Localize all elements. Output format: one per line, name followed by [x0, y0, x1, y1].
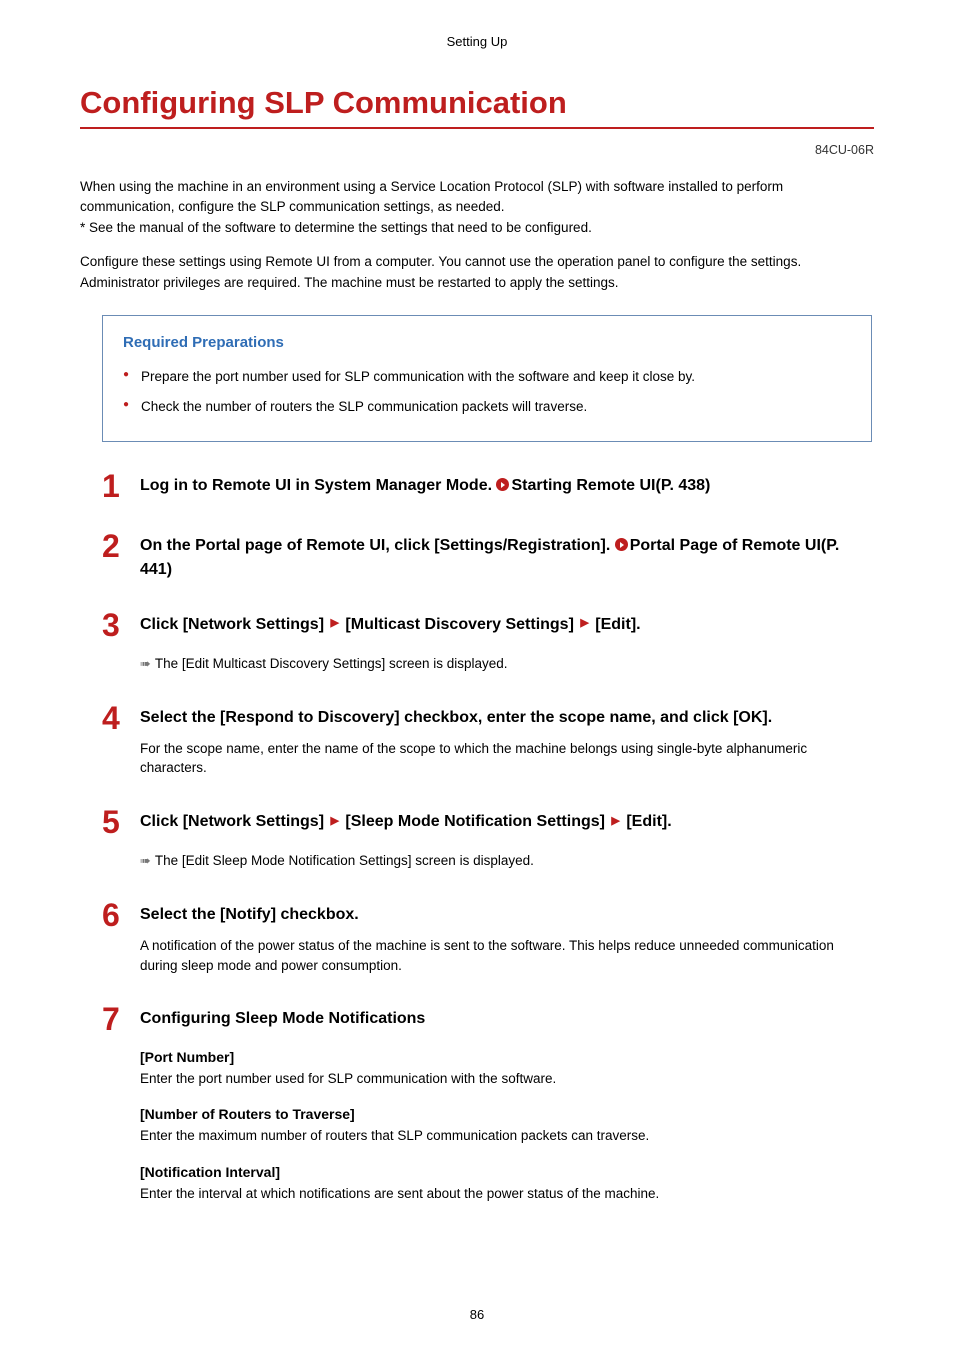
step-heading-link[interactable]: Starting Remote UI(P. 438) — [511, 477, 710, 494]
step-heading: Log in to Remote UI in System Manager Mo… — [140, 474, 874, 497]
required-preparations-list: Prepare the port number used for SLP com… — [123, 367, 851, 418]
step-1: 1 Log in to Remote UI in System Manager … — [80, 470, 874, 502]
step-7: 7 Configuring Sleep Mode Notifications [… — [80, 1003, 874, 1203]
step-heading: Select the [Respond to Discovery] checkb… — [140, 706, 874, 729]
step-heading-text: Log in to Remote UI in System Manager Mo… — [140, 477, 496, 494]
step-heading: Configuring Sleep Mode Notifications — [140, 1007, 874, 1030]
step-result-text: The [Edit Multicast Discovery Settings] … — [155, 656, 508, 671]
step-number: 2 — [80, 530, 140, 580]
list-item: Prepare the port number used for SLP com… — [123, 367, 851, 387]
chevron-right-icon: ▶ — [328, 815, 340, 827]
step-number: 1 — [80, 470, 140, 502]
intro-block-2: Configure these settings using Remote UI… — [80, 252, 874, 293]
sub-heading: [Number of Routers to Traverse] — [140, 1106, 874, 1122]
play-icon — [615, 538, 628, 551]
step-description: A notification of the power status of th… — [140, 936, 874, 975]
step-description: For the scope name, enter the name of th… — [140, 739, 874, 778]
step-number: 3 — [80, 609, 140, 674]
step-number: 6 — [80, 899, 140, 975]
step-heading-part: [Sleep Mode Notification Settings] — [345, 813, 605, 830]
step-heading: Select the [Notify] checkbox. — [140, 903, 874, 926]
step-heading-text: On the Portal page of Remote UI, click [… — [140, 537, 615, 554]
step-heading: Click [Network Settings] ▶ [Sleep Mode N… — [140, 810, 874, 833]
list-item: Check the number of routers the SLP comm… — [123, 397, 851, 417]
chevron-right-icon: ▶ — [609, 815, 621, 827]
sub-heading: [Port Number] — [140, 1049, 874, 1065]
page-content: Configuring SLP Communication 84CU-06R W… — [0, 49, 954, 1203]
step-heading-part: [Edit]. — [595, 616, 640, 633]
step-4: 4 Select the [Respond to Discovery] chec… — [80, 702, 874, 778]
page-title: Configuring SLP Communication — [80, 85, 874, 129]
result-arrow-icon: ➠ — [140, 655, 151, 674]
sub-heading: [Notification Interval] — [140, 1164, 874, 1180]
intro-text: When using the machine in an environment… — [80, 177, 874, 216]
intro-block-1: When using the machine in an environment… — [80, 177, 874, 238]
chevron-right-icon: ▶ — [328, 617, 340, 629]
chevron-right-icon: ▶ — [578, 617, 590, 629]
step-heading-part: Click [Network Settings] — [140, 616, 324, 633]
page-number: 86 — [0, 1307, 954, 1322]
required-preparations-title: Required Preparations — [123, 334, 851, 351]
step-heading-part: [Edit]. — [626, 813, 671, 830]
step-heading-part: Click [Network Settings] — [140, 813, 324, 830]
intro-text: Administrator privileges are required. T… — [80, 273, 874, 293]
step-heading-part: [Multicast Discovery Settings] — [345, 616, 574, 633]
step-result: ➠ The [Edit Sleep Mode Notification Setti… — [140, 851, 874, 871]
step-number: 5 — [80, 806, 140, 871]
sub-description: Enter the maximum number of routers that… — [140, 1126, 874, 1146]
step-result-text: The [Edit Sleep Mode Notification Settin… — [155, 853, 534, 868]
step-heading: On the Portal page of Remote UI, click [… — [140, 534, 874, 580]
result-arrow-icon: ➠ — [140, 852, 151, 871]
step-6: 6 Select the [Notify] checkbox. A notifi… — [80, 899, 874, 975]
page-header: Setting Up — [0, 0, 954, 49]
sub-description: Enter the interval at which notification… — [140, 1184, 874, 1204]
intro-text: Configure these settings using Remote UI… — [80, 252, 874, 272]
step-number: 4 — [80, 702, 140, 778]
step-number: 7 — [80, 1003, 140, 1203]
play-icon — [496, 478, 509, 491]
sub-description: Enter the port number used for SLP commu… — [140, 1069, 874, 1089]
step-result: ➠ The [Edit Multicast Discovery Settings]… — [140, 654, 874, 674]
step-3: 3 Click [Network Settings] ▶ [Multicast … — [80, 609, 874, 674]
intro-text: * See the manual of the software to dete… — [80, 218, 874, 238]
step-2: 2 On the Portal page of Remote UI, click… — [80, 530, 874, 580]
document-code: 84CU-06R — [80, 143, 874, 157]
step-heading: Click [Network Settings] ▶ [Multicast Di… — [140, 613, 874, 636]
required-preparations-box: Required Preparations Prepare the port n… — [102, 315, 872, 443]
step-5: 5 Click [Network Settings] ▶ [Sleep Mode… — [80, 806, 874, 871]
